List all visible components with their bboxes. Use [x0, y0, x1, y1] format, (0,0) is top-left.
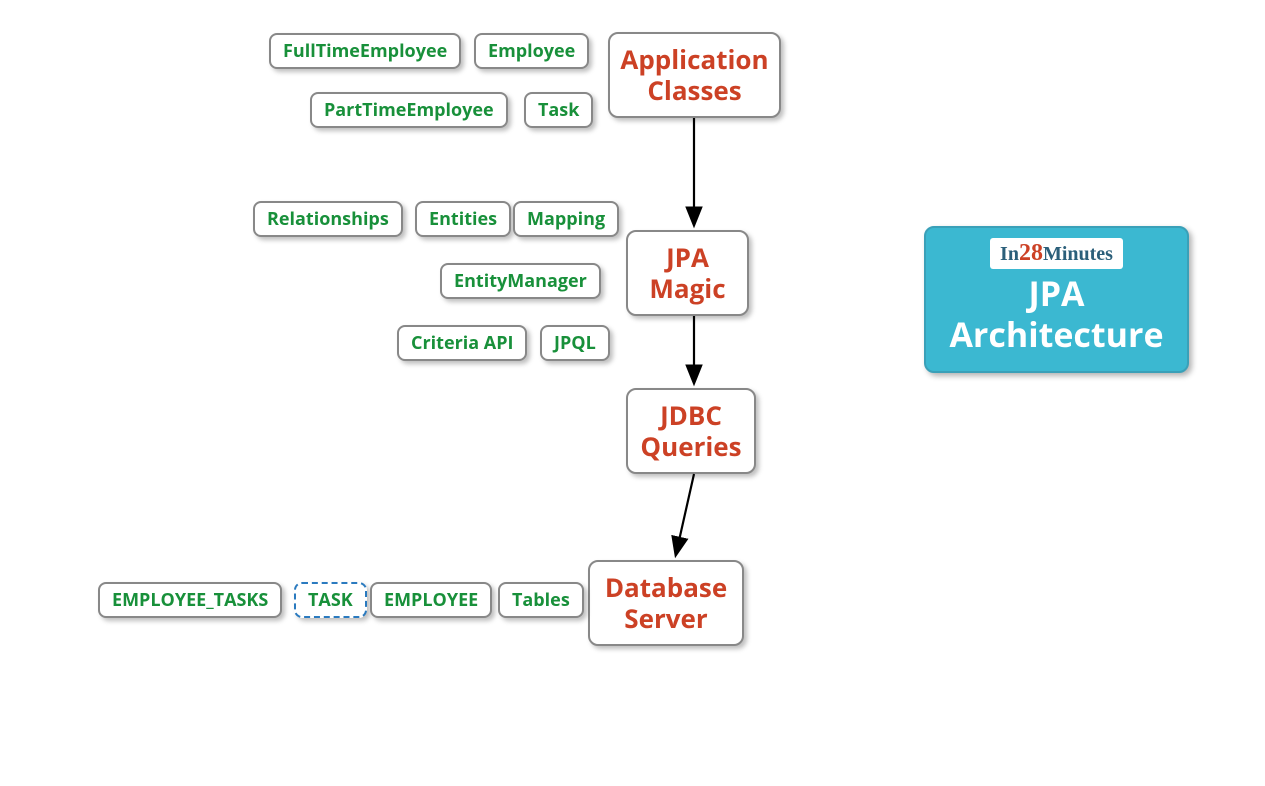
label: FullTimeEmployee	[283, 39, 447, 63]
title-line2: Architecture	[944, 314, 1169, 355]
label: Criteria API	[411, 331, 513, 355]
label: Relationships	[267, 207, 389, 231]
node-application-classes: ApplicationClasses	[608, 32, 781, 118]
label: JPAMagic	[649, 242, 725, 304]
node-database-server: DatabaseServer	[588, 560, 744, 646]
label: Tables	[512, 588, 570, 612]
sub-task: Task	[524, 92, 593, 128]
label: JPQL	[554, 331, 596, 355]
label: Employee	[488, 39, 575, 63]
label: Task	[538, 98, 579, 122]
sub-parttimeemployee: PartTimeEmployee	[310, 92, 508, 128]
label: Entities	[429, 207, 497, 231]
sub-tables: Tables	[498, 582, 584, 618]
label: Mapping	[527, 207, 605, 231]
node-jdbc-queries: JDBCQueries	[626, 388, 756, 474]
sub-task-upper[interactable]: TASK	[294, 582, 367, 618]
sub-fulltimeemployee: FullTimeEmployee	[269, 33, 461, 69]
label: DatabaseServer	[605, 572, 727, 634]
arrow-jdbcqueries-to-databaseserver	[676, 474, 694, 554]
node-jpa-magic: JPAMagic	[626, 230, 749, 316]
sub-criteria-api: Criteria API	[397, 325, 527, 361]
label: EMPLOYEE	[384, 588, 478, 612]
sub-mapping: Mapping	[513, 201, 619, 237]
logo-number: 28	[1019, 240, 1043, 266]
sub-employee-upper: EMPLOYEE	[370, 582, 492, 618]
sub-employee-tasks: EMPLOYEE_TASKS	[98, 582, 282, 618]
logo-suffix: Minutes	[1043, 243, 1113, 265]
sub-employee: Employee	[474, 33, 589, 69]
sub-relationships: Relationships	[253, 201, 403, 237]
sub-jpql: JPQL	[540, 325, 610, 361]
label: JDBCQueries	[640, 400, 741, 462]
sub-entities: Entities	[415, 201, 511, 237]
logo-in28minutes: In28Minutes	[990, 238, 1123, 269]
title-card: In28Minutes JPA Architecture	[924, 226, 1189, 373]
label: PartTimeEmployee	[324, 98, 494, 122]
label: EntityManager	[454, 269, 587, 293]
label: TASK	[308, 588, 353, 612]
title-line1: JPA	[944, 273, 1169, 314]
sub-entitymanager: EntityManager	[440, 263, 601, 299]
label: ApplicationClasses	[620, 44, 768, 106]
logo-prefix: In	[1000, 243, 1019, 265]
label: EMPLOYEE_TASKS	[112, 588, 268, 612]
